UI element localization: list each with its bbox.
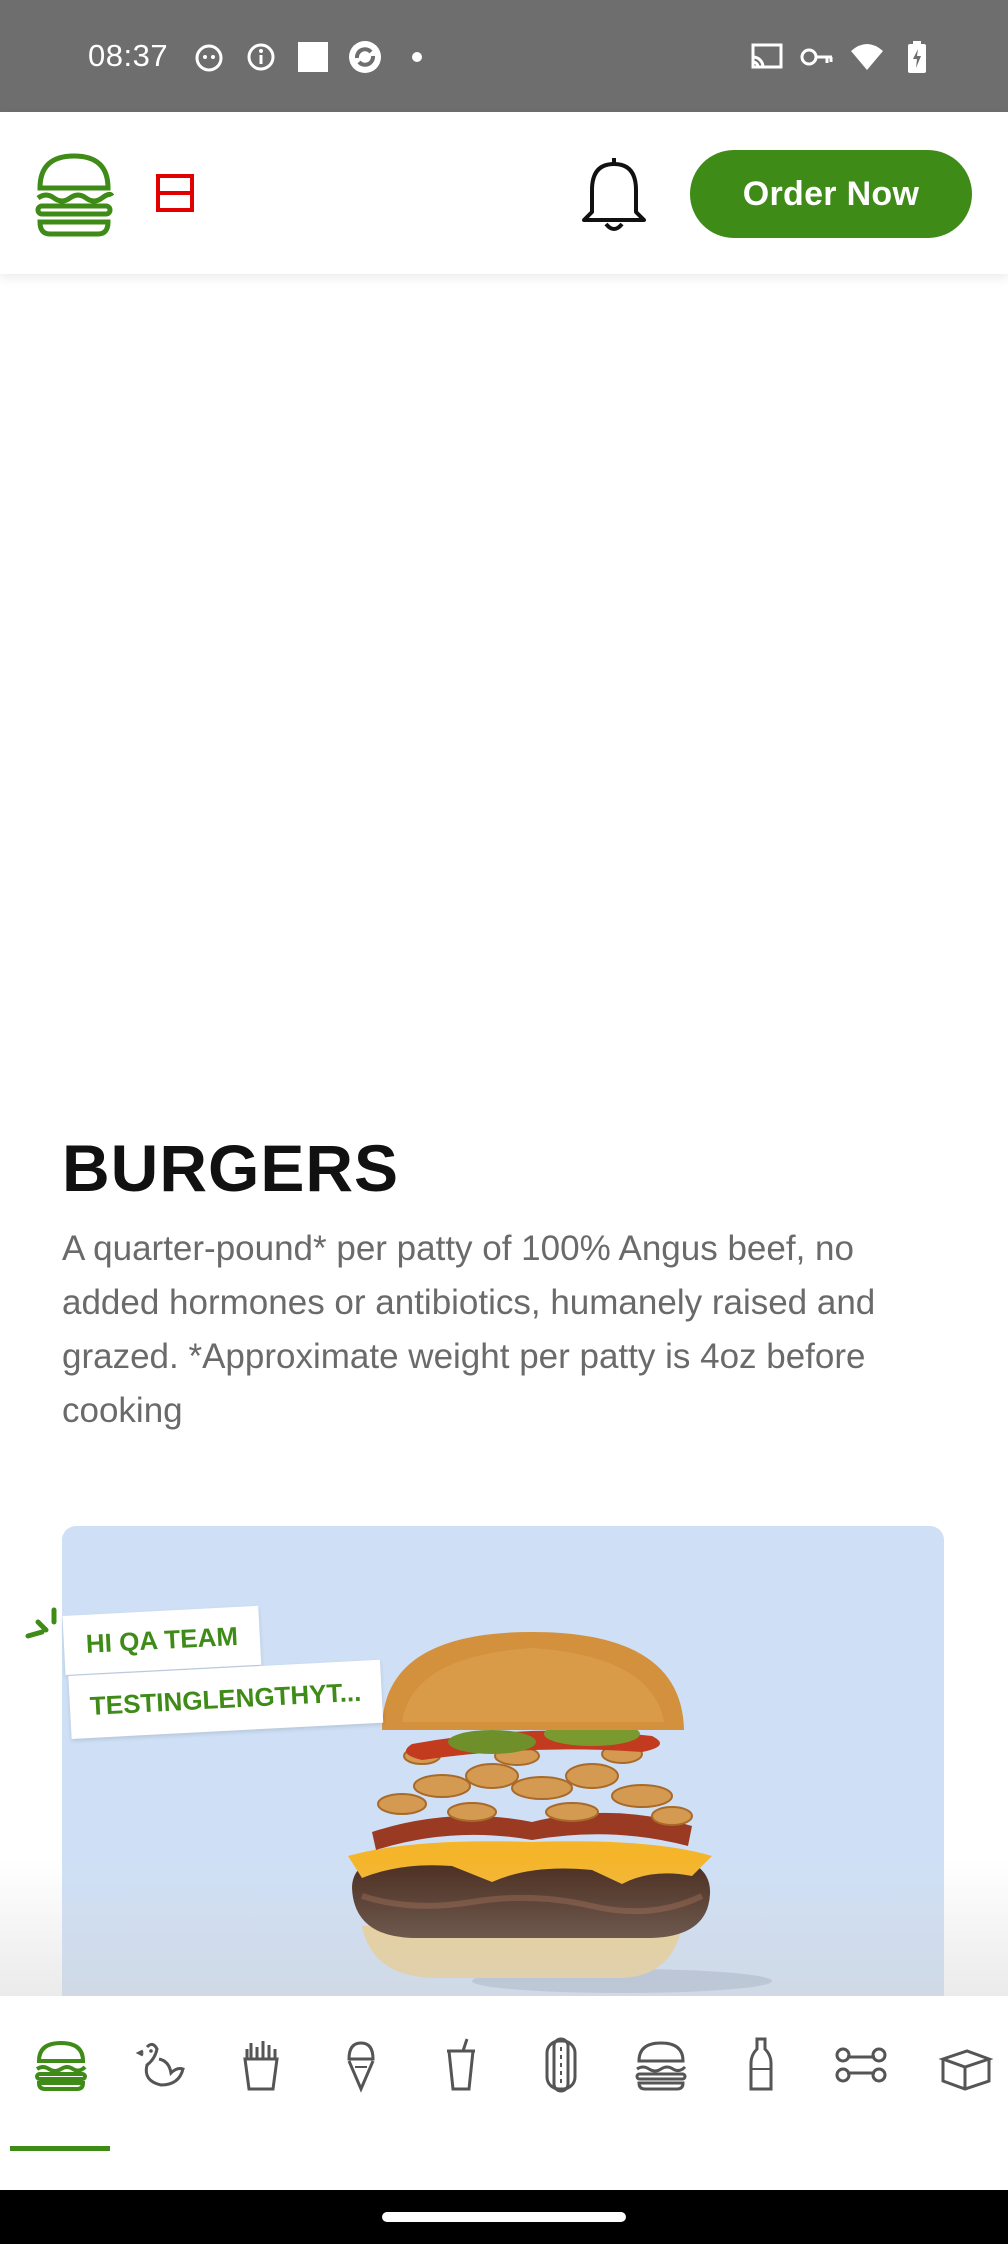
burger-icon [35,2040,87,2091]
debug-overlay-icon [156,174,194,212]
category-tab-shakes[interactable] [426,2030,496,2100]
category-tab-hot-dogs[interactable] [526,2030,596,2100]
app-header: Order Now [0,112,1008,274]
status-bar: 08:37 [0,0,1008,112]
system-navigation-bar [0,2190,1008,2244]
category-title: BURGERS [62,1131,400,1205]
category-description: A quarter-pound* per patty of 100% Angus… [62,1229,876,1430]
category-tab-merch[interactable] [930,2030,1000,2100]
category-tab-bar [0,1996,1008,2190]
status-icons-right [750,40,934,74]
cast-icon [750,40,784,74]
hot-dog-icon [545,2037,577,2093]
shake-shack-logo-icon[interactable] [34,150,115,238]
square-icon [296,40,330,74]
vpn-key-icon [800,40,834,74]
category-tab-frozen-custard[interactable] [326,2030,396,2100]
fries-icon [243,2041,279,2091]
selected-tab-indicator [10,2146,110,2151]
category-tab-burgers[interactable] [26,2030,96,2100]
bottle-icon [749,2037,773,2091]
category-tab-drinks[interactable] [726,2030,796,2100]
dot-icon [400,40,434,74]
category-tab-fries[interactable] [226,2030,296,2100]
ice-cream-cone-icon [347,2041,375,2093]
order-now-button[interactable]: Order Now [690,150,972,238]
status-icons-left [192,40,434,74]
promo-sticker: HI QA TEAM [62,1605,262,1675]
wifi-icon [850,40,884,74]
sync-icon [348,40,382,74]
box-icon [938,2049,993,2091]
sparkle-icon [25,1607,57,1639]
home-gesture-handle[interactable] [382,2212,626,2222]
chicken-icon [135,2042,185,2087]
category-tab-chicken[interactable] [126,2030,196,2100]
status-time: 08:37 [88,38,169,73]
battery-charging-icon [900,40,934,74]
product-card[interactable] [62,1526,944,1996]
notification-bell-icon[interactable] [578,152,650,234]
info-icon [244,40,278,74]
category-tab-dog-treats[interactable] [826,2030,896,2100]
drink-cup-icon [447,2038,475,2091]
dog-bone-icon [835,2047,887,2083]
category-tab-sandwiches[interactable] [626,2030,696,2100]
cat-notification-icon [192,40,226,74]
burger-outline-icon [635,2041,687,2091]
